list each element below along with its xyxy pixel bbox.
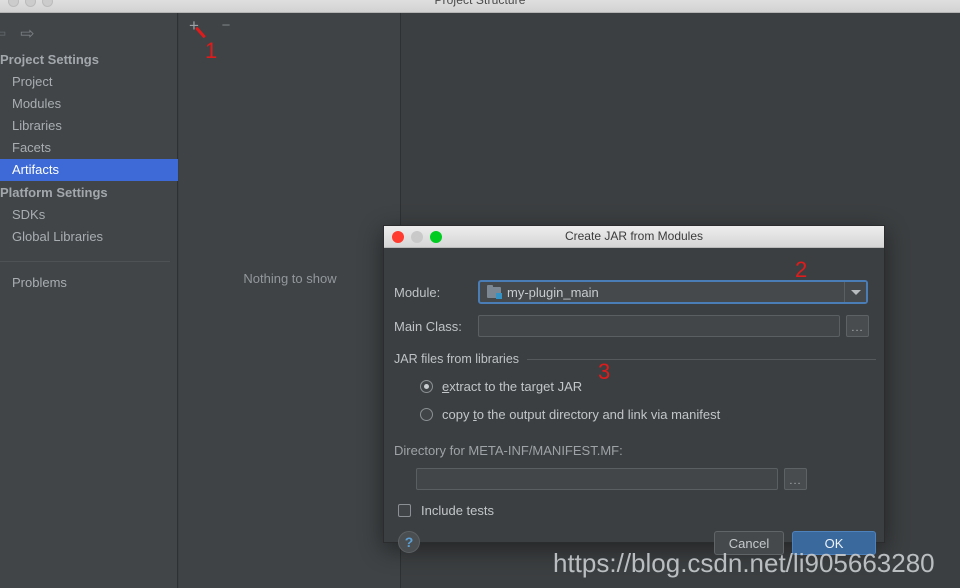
artifacts-toolbar: + − [179, 13, 401, 37]
artifacts-panel: + − Nothing to show [179, 13, 401, 588]
module-label: Module: [394, 284, 441, 300]
sidebar-nav-arrows: ⇦ ⇨ [0, 25, 35, 42]
manifest-directory-label: Directory for META-INF/MANIFEST.MF: [394, 443, 623, 458]
main-class-label: Main Class: [394, 318, 462, 334]
create-jar-dialog: Create JAR from Modules Module: my-plugi… [383, 225, 885, 555]
window-title: Project Structure [434, 0, 526, 7]
annotation-number-2: 2 [795, 257, 808, 282]
annotation-number-3: 3 [598, 359, 611, 384]
dialog-titlebar: Create JAR from Modules [384, 226, 884, 248]
settings-sidebar: ⇦ ⇨ Project Settings Project Modules Lib… [0, 13, 178, 588]
manifest-directory-input[interactable] [416, 468, 778, 490]
artifacts-empty-message: Nothing to show [243, 271, 337, 286]
help-button[interactable]: ? [398, 531, 420, 553]
include-tests-label: Include tests [421, 503, 494, 518]
jar-files-group-title: JAR files from libraries [394, 352, 520, 366]
module-combobox-value: my-plugin_main [507, 284, 599, 300]
arrow-right-icon[interactable]: ⇨ [20, 25, 34, 42]
remove-artifact-button[interactable]: − [218, 18, 234, 33]
copy-to-output-directory-label: copy to the output directory and link vi… [442, 407, 720, 422]
sidebar-item-global-libraries[interactable]: Global Libraries [0, 226, 178, 248]
sidebar-divider [0, 261, 170, 262]
sidebar-group-project-settings: Project Settings [0, 52, 99, 67]
sidebar-item-problems[interactable]: Problems [0, 272, 178, 294]
sidebar-group-platform-settings: Platform Settings [0, 185, 108, 200]
sidebar-item-artifacts[interactable]: Artifacts [0, 159, 178, 181]
sidebar-item-modules[interactable]: Modules [0, 93, 178, 115]
manifest-directory-browse-button[interactable]: ... [784, 468, 807, 490]
sidebar-item-project[interactable]: Project [0, 71, 178, 93]
module-folder-icon [487, 285, 502, 299]
extract-to-target-jar-label: extract to the target JAR [442, 379, 582, 394]
main-class-browse-button[interactable]: ... [846, 315, 869, 337]
annotation-number-1: 1 [205, 38, 218, 63]
manifest-directory-row: ... [416, 468, 807, 490]
screen-root: Project Structure ⇦ ⇨ Project Settings P… [0, 0, 960, 588]
arrow-left-icon[interactable]: ⇦ [0, 25, 6, 42]
main-class-input[interactable] [478, 315, 840, 337]
include-tests-checkbox[interactable] [398, 504, 411, 517]
chevron-down-icon[interactable] [844, 282, 866, 302]
jar-files-group-header: JAR files from libraries [394, 352, 876, 366]
extract-to-target-jar-option[interactable]: extract to the target JAR [420, 379, 582, 394]
copy-to-output-directory-option[interactable]: copy to the output directory and link vi… [420, 407, 720, 422]
radio1-text: xtract to the target JAR [449, 379, 583, 394]
radio2-text-before: copy [442, 407, 474, 422]
copy-to-output-directory-radio[interactable] [420, 408, 433, 421]
window-titlebar: Project Structure [0, 0, 960, 13]
radio2-text-after: o the output directory and link via mani… [476, 407, 721, 422]
sidebar-item-facets[interactable]: Facets [0, 137, 178, 159]
include-tests-row[interactable]: Include tests [398, 503, 494, 518]
dialog-title: Create JAR from Modules [564, 229, 704, 243]
module-combobox[interactable]: my-plugin_main [478, 280, 868, 304]
dialog-body: Module: my-plugin_main Main Class: ... J… [384, 248, 884, 555]
sidebar-list: Project Settings Project Modules Librari… [0, 48, 178, 294]
sidebar-item-sdks[interactable]: SDKs [0, 204, 178, 226]
watermark-text: https://blog.csdn.net/li905663280 [553, 548, 935, 578]
main-class-row: Main Class: ... [394, 315, 869, 337]
sidebar-item-libraries[interactable]: Libraries [0, 115, 178, 137]
group-separator-line [527, 358, 876, 360]
extract-to-target-jar-radio[interactable] [420, 380, 433, 393]
module-row: Module: my-plugin_main [394, 280, 868, 304]
